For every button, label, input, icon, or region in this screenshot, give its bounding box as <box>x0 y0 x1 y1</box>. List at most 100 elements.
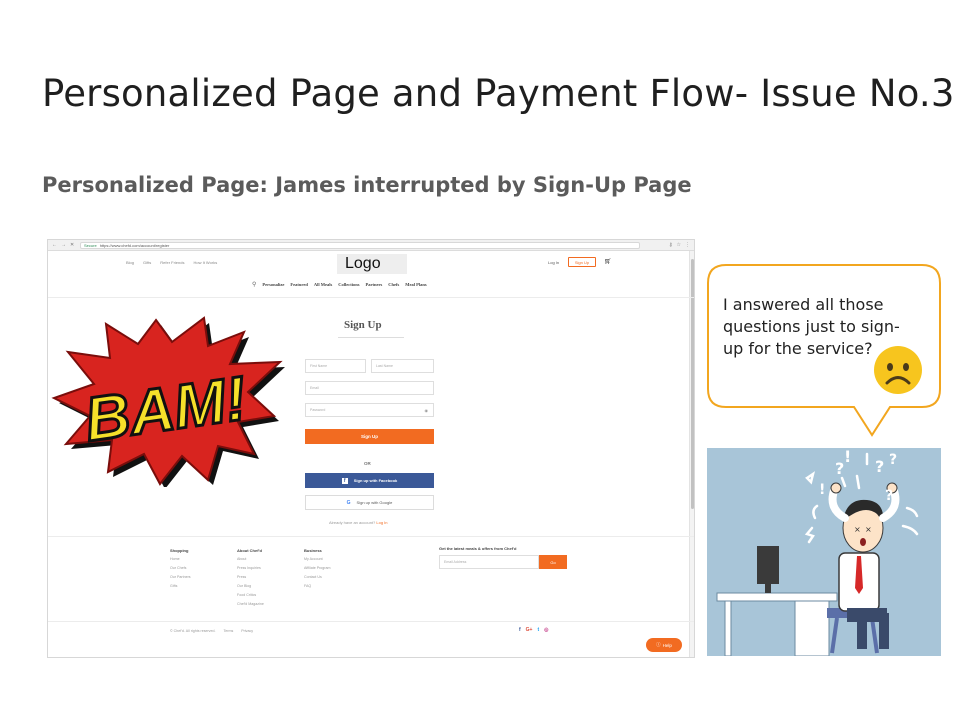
nav-all-meals[interactable]: All Meals <box>314 282 332 287</box>
search-icon[interactable]: ⚲ <box>252 281 256 288</box>
footer-shopping: Shopping Home Our Chefs Our Partners Gif… <box>170 546 191 591</box>
svg-text:?: ? <box>875 457 884 476</box>
email-field[interactable]: Email <box>305 381 434 395</box>
footer-about: About Chef'd About Press Inquiries Press… <box>237 546 264 609</box>
facebook-signup-button[interactable]: f Sign up with Facebook <box>305 473 434 488</box>
nav-collections[interactable]: Collections <box>338 282 359 287</box>
top-link-refer[interactable]: Refer Friends <box>160 260 184 265</box>
signup-heading: Sign Up <box>344 319 382 331</box>
svg-text:!: ! <box>819 482 825 498</box>
scrollbar[interactable] <box>689 251 694 657</box>
top-links: Blog Gifts Refer Friends How It Works <box>126 260 217 265</box>
footer-link[interactable]: Contact Us <box>304 573 331 582</box>
svg-text:×: × <box>865 525 872 534</box>
slide-title: Personalized Page and Payment Flow- Issu… <box>42 72 955 115</box>
cart-icon[interactable]: 🛒︎ <box>604 258 612 265</box>
footer-link[interactable]: Press Inquiries <box>237 564 264 573</box>
footer-link[interactable]: Chef'd Magazine <box>237 600 264 609</box>
newsletter-go-button[interactable]: Go <box>539 555 567 569</box>
footer-link[interactable]: Food Critics <box>237 591 264 600</box>
nav-personalize[interactable]: Personalize <box>262 282 284 287</box>
facebook-icon: f <box>341 477 348 484</box>
terms-link[interactable]: Terms <box>223 629 233 633</box>
help-button[interactable]: ⓘ Help <box>646 638 682 652</box>
key-icon[interactable]: ⚷ <box>669 242 673 248</box>
footer-heading: About Chef'd <box>237 548 262 553</box>
google-signup-button[interactable]: G Sign up with Google <box>305 495 434 510</box>
social-links: f G+ t ◎ <box>519 627 549 633</box>
back-icon[interactable]: ← <box>52 242 57 248</box>
facebook-icon[interactable]: f <box>519 627 521 633</box>
footer-link[interactable]: Gifts <box>170 582 191 591</box>
twitter-icon[interactable]: t <box>537 627 539 633</box>
footer-link[interactable]: Affiliate Program <box>304 564 331 573</box>
footer-link[interactable]: About <box>237 555 264 564</box>
footer-divider <box>48 621 694 622</box>
show-password-icon[interactable]: ◉ <box>425 408 429 413</box>
top-link-how[interactable]: How It Works <box>193 260 217 265</box>
help-icon: ⓘ <box>656 642 661 647</box>
password-placeholder: Password <box>310 408 326 412</box>
footer-link[interactable]: Press <box>237 573 264 582</box>
footer-divider <box>48 536 694 537</box>
secure-lock-label: Secure <box>84 242 97 248</box>
login-link[interactable]: Log In <box>548 260 559 265</box>
password-field[interactable]: Password ◉ <box>305 403 434 417</box>
google-plus-icon[interactable]: G+ <box>526 627 533 633</box>
footer-business: Business My Account Affiliate Program Co… <box>304 546 331 591</box>
logo-placeholder[interactable]: Logo <box>337 254 407 274</box>
newsletter-email-input[interactable]: Email Address <box>439 555 539 569</box>
main-nav: ⚲ Personalize Featured All Meals Collect… <box>252 281 427 288</box>
divider <box>48 297 694 298</box>
star-icon[interactable]: ☆ <box>677 242 681 248</box>
footer-link[interactable]: Our Chefs <box>170 564 191 573</box>
svg-text:?: ? <box>889 452 897 468</box>
menu-icon[interactable]: ⋮ <box>685 242 690 248</box>
svg-text:×: × <box>854 525 861 534</box>
footer-legal: © Chef'd. All rights reserved. Terms Pri… <box>170 629 253 633</box>
facebook-signup-label: Sign up with Facebook <box>353 478 398 483</box>
footer-link[interactable]: Home <box>170 555 191 564</box>
close-icon[interactable]: ✕ <box>70 242 74 248</box>
top-link-gifts[interactable]: Gifts <box>143 260 151 265</box>
address-bar[interactable]: Secure https://www.chefd.com/account/reg… <box>80 241 640 249</box>
google-icon: G <box>346 499 351 506</box>
first-name-field[interactable]: First Name <box>305 359 366 373</box>
slide-subtitle: Personalized Page: James interrupted by … <box>42 173 692 197</box>
url-text: https://www.chefd.com/account/register <box>99 242 170 248</box>
signup-button-top[interactable]: Sign Up <box>568 257 596 267</box>
nav-partners[interactable]: Partners <box>365 282 382 287</box>
browser-toolbar: ← → ✕ Secure https://www.chefd.com/accou… <box>48 240 694 251</box>
newsletter-heading: Get the latest meals & offers from Chef'… <box>439 546 517 551</box>
top-link-blog[interactable]: Blog <box>126 260 134 265</box>
heading-underline <box>338 337 404 338</box>
sad-face-icon <box>874 346 922 394</box>
last-name-field[interactable]: Last Name <box>371 359 434 373</box>
copyright-text: © Chef'd. All rights reserved. <box>170 629 216 633</box>
footer-heading: Shopping <box>170 548 189 553</box>
nav-meal-plans[interactable]: Meal Plans <box>405 282 426 287</box>
privacy-link[interactable]: Privacy <box>241 629 253 633</box>
nav-featured[interactable]: Featured <box>290 282 307 287</box>
login-inline-link[interactable]: Log In <box>376 520 387 525</box>
nav-chefs[interactable]: Chefs <box>388 282 399 287</box>
svg-text:?: ? <box>885 488 893 504</box>
instagram-icon[interactable]: ◎ <box>544 627 548 633</box>
already-account-text: Already have an account? Log In <box>329 520 388 525</box>
forward-icon[interactable]: → <box>61 242 66 248</box>
or-separator: OR <box>364 461 371 466</box>
stressed-man-illustration: × × ? ? ? ? ! ! <box>707 448 941 656</box>
signup-page-screenshot: ← → ✕ Secure https://www.chefd.com/accou… <box>47 239 695 658</box>
footer-link[interactable]: My Account <box>304 555 331 564</box>
signup-submit-button[interactable]: Sign Up <box>305 429 434 444</box>
footer-link[interactable]: FAQ <box>304 582 331 591</box>
footer-link[interactable]: Our Blog <box>237 582 264 591</box>
svg-text:!: ! <box>844 448 851 466</box>
svg-text:?: ? <box>835 459 844 478</box>
footer-link[interactable]: Our Partners <box>170 573 191 582</box>
google-signup-label: Sign up with Google <box>356 500 393 505</box>
already-label: Already have an account? <box>329 520 376 525</box>
help-label: Help <box>662 642 672 648</box>
bam-comic-burst: BAM! <box>51 316 285 487</box>
footer-heading: Business <box>304 548 322 553</box>
